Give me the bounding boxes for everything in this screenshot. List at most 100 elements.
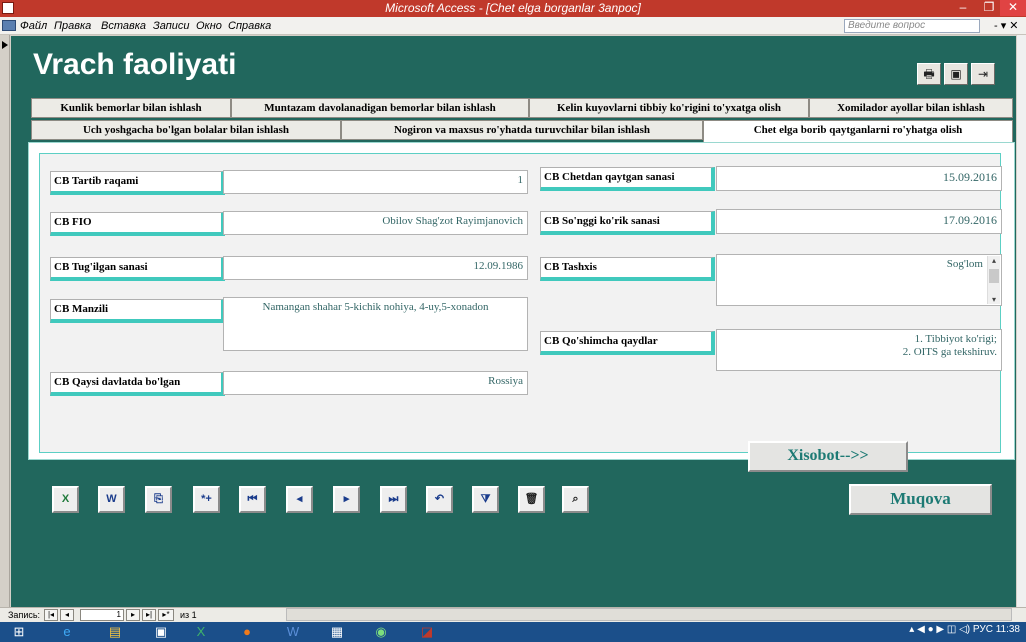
delete-record-button[interactable]: 🗑 xyxy=(518,486,545,513)
next-record-button[interactable]: ▸ xyxy=(333,486,360,513)
menu-help[interactable]: Справка xyxy=(228,20,271,32)
nav-next-button[interactable]: ▸ xyxy=(126,609,140,621)
tashxis-value: Sog'lom xyxy=(946,258,983,270)
filter-button[interactable]: ⧩ xyxy=(472,486,499,513)
field-qoshimcha-qaydlar[interactable]: 1. Tibbiyot ko'rigi; 2. OITS ga tekshiru… xyxy=(716,329,1002,371)
record-selector-bar[interactable] xyxy=(0,35,10,607)
exit-icon: ⇥ xyxy=(977,67,989,81)
find-button[interactable]: ⌕ xyxy=(562,486,589,513)
record-number-input[interactable]: 1 xyxy=(80,609,124,621)
menu-bar: Файл Правка Вставка Записи Окно Справка … xyxy=(0,17,1026,35)
new-record-button[interactable]: *+ xyxy=(193,486,220,513)
first-record-icon: ⏮ xyxy=(247,493,258,505)
form-fields-container: CB Tartib raqami 1 CB FIO Obilov Shag'zo… xyxy=(39,153,1002,453)
label-manzili: CB Manzili xyxy=(50,299,225,323)
window-title: Microsoft Access - [Chet elga borganlar … xyxy=(385,1,641,15)
tab-pregnant-women[interactable]: Xomilador ayollar bilan ishlash xyxy=(809,98,1013,118)
tray-clock[interactable]: 11:38 xyxy=(996,624,1020,635)
undo-button[interactable]: ↶ xyxy=(426,486,453,513)
window-titlebar: Microsoft Access - [Chet elga borganlar … xyxy=(0,0,1026,17)
field-manzili[interactable]: Namangan shahar 5-kichik nohiya, 4-uy,5-… xyxy=(223,297,528,351)
find-icon: ⌕ xyxy=(572,493,579,505)
field-tugilgan-sanasi[interactable]: 12.09.1986 xyxy=(223,256,528,280)
field-tartib-raqami[interactable]: 1 xyxy=(223,170,528,194)
qoshimcha-line-2: 2. OITS ga tekshiruv. xyxy=(902,346,997,358)
tab-abroad-returnees[interactable]: Chet elga borib qaytganlarni ro'yhatga o… xyxy=(703,120,1013,142)
tashxis-scrollbar[interactable]: ▴ ▾ xyxy=(987,256,1000,304)
save-button[interactable]: ▣ xyxy=(944,63,968,85)
menu-file[interactable]: Файл xyxy=(20,20,47,32)
muqova-button[interactable]: Muqova xyxy=(849,484,992,515)
undo-icon: ↶ xyxy=(434,493,445,505)
save-icon: ▣ xyxy=(950,67,962,81)
label-qoshimcha-qaydlar: CB Qo'shimcha qaydlar xyxy=(540,331,715,355)
menu-records[interactable]: Записи xyxy=(153,20,190,32)
last-record-button[interactable]: ⏭ xyxy=(380,486,407,513)
horizontal-scrollbar[interactable] xyxy=(286,608,1012,621)
label-fio: CB FIO xyxy=(50,212,225,236)
menu-edit[interactable]: Правка xyxy=(54,20,91,32)
excel-taskbar-icon[interactable]: X xyxy=(186,623,216,641)
exit-button[interactable]: ⇥ xyxy=(971,63,995,85)
vertical-scrollbar[interactable] xyxy=(1017,35,1026,607)
tab-daily-patients[interactable]: Kunlik bemorlar bilan ishlash xyxy=(31,98,231,118)
system-tray: ▴ ◀ ● ▶ ◫ ◁) РУС 11:38 xyxy=(909,624,1020,635)
first-record-button[interactable]: ⏮ xyxy=(239,486,266,513)
next-record-icon: ▸ xyxy=(343,493,350,505)
field-qaysi-davlatda[interactable]: Rossiya xyxy=(223,371,528,395)
nav-first-button[interactable]: |◂ xyxy=(44,609,58,621)
tab-disabled-registry[interactable]: Nogiron va maxsus ro'yhatda turuvchilar … xyxy=(341,120,703,140)
report-button[interactable]: Xisobot-->> xyxy=(748,441,908,472)
tray-icons[interactable]: ▴ ◀ ● ▶ ◫ ◁) xyxy=(909,624,970,635)
word-icon: W xyxy=(106,493,117,505)
nav-new-button[interactable]: ▸* xyxy=(158,609,174,621)
menu-window[interactable]: Окно xyxy=(196,20,222,32)
minimize-button[interactable]: – xyxy=(950,0,976,16)
scrollbar-thumb[interactable] xyxy=(989,269,999,283)
nav-prev-button[interactable]: ◂ xyxy=(60,609,74,621)
label-tartib-raqami: CB Tartib raqami xyxy=(50,171,225,195)
tab-regular-treatment[interactable]: Muntazam davolanadigan bemorlar bilan is… xyxy=(231,98,529,118)
start-icon[interactable]: ⊞ xyxy=(4,623,34,641)
explorer-icon[interactable]: ▤ xyxy=(100,623,130,641)
prev-record-icon: ◂ xyxy=(296,493,303,505)
save-app-icon[interactable]: ▣ xyxy=(146,623,176,641)
tab-content-panel: CB Tartib raqami 1 CB FIO Obilov Shag'zo… xyxy=(28,142,1015,460)
firefox-icon[interactable]: ● xyxy=(232,623,262,641)
field-songgi-korik[interactable]: 17.09.2016 xyxy=(716,209,1002,234)
field-tashxis[interactable]: Sog'lom ▴ ▾ xyxy=(716,254,1002,306)
close-button[interactable]: ✕ xyxy=(1000,0,1026,16)
restore-button[interactable]: ❐ xyxy=(976,0,1002,16)
menu-insert[interactable]: Вставка xyxy=(101,20,146,32)
qoshimcha-line-1: 1. Tibbiyot ko'rigi; xyxy=(914,333,997,345)
print-button[interactable]: 🖶 xyxy=(917,63,941,85)
export-word-button[interactable]: W xyxy=(98,486,125,513)
record-pointer-icon xyxy=(2,41,8,49)
ie-icon[interactable]: e xyxy=(52,623,82,641)
label-songgi-korik: CB So'nggi ko'rik sanasi xyxy=(540,211,715,235)
excel-icon: X xyxy=(61,493,70,505)
form-area: Vrach faoliyati 🖶 ▣ ⇥ Kunlik bemorlar bi… xyxy=(11,36,1016,607)
menu-grip-icon xyxy=(2,20,16,31)
app-taskbar-icon[interactable]: ▦ xyxy=(322,623,352,641)
access-taskbar-icon[interactable]: ◪ xyxy=(412,623,442,641)
export-excel-button[interactable]: X xyxy=(52,486,79,513)
help-question-input[interactable]: Введите вопрос xyxy=(844,19,980,33)
copy-icon: ⎘ xyxy=(154,493,163,505)
mdi-controls[interactable]: - ▾ ✕ xyxy=(994,19,1019,32)
prev-record-button[interactable]: ◂ xyxy=(286,486,313,513)
tab-newlyweds-checkup[interactable]: Kelin kuyovlarni tibbiy ko'rigini to'yxa… xyxy=(529,98,809,118)
copy-button[interactable]: ⎘ xyxy=(145,486,172,513)
scroll-down-icon[interactable]: ▾ xyxy=(988,295,1000,304)
filter-icon: ⧩ xyxy=(480,493,491,505)
label-qaysi-davlatda: CB Qaysi davlatda bo'lgan xyxy=(50,372,225,396)
field-fio[interactable]: Obilov Shag'zot Rayimjanovich xyxy=(223,211,528,235)
field-chetdan-qaytgan[interactable]: 15.09.2016 xyxy=(716,166,1002,191)
word-taskbar-icon[interactable]: W xyxy=(278,623,308,641)
tray-language[interactable]: РУС xyxy=(973,624,993,635)
tab-children-under-three[interactable]: Uch yoshgacha bo'lgan bolalar bilan ishl… xyxy=(31,120,341,140)
chrome-icon[interactable]: ◉ xyxy=(366,623,396,641)
new-record-icon: *+ xyxy=(201,493,212,505)
last-record-icon: ⏭ xyxy=(388,493,399,505)
nav-last-button[interactable]: ▸| xyxy=(142,609,156,621)
